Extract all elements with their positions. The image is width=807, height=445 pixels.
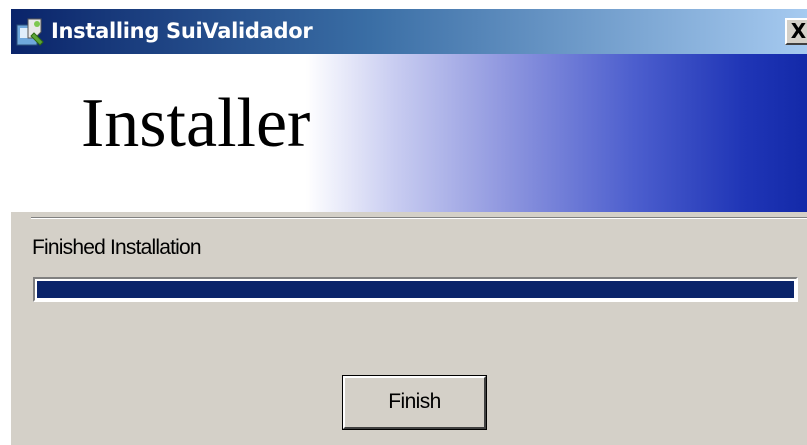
installer-app-icon bbox=[14, 16, 46, 48]
title-bar[interactable]: Installing SuiValidador X bbox=[11, 9, 807, 54]
banner-title: Installer bbox=[81, 85, 311, 162]
screen: Installing SuiValidador X Installer Fini… bbox=[0, 0, 807, 445]
close-button[interactable]: X bbox=[785, 18, 807, 45]
separator bbox=[31, 217, 807, 219]
installer-window: Installing SuiValidador X Installer Fini… bbox=[10, 9, 807, 445]
installer-banner: Installer bbox=[11, 54, 807, 212]
progress-bar bbox=[33, 277, 798, 302]
finish-button[interactable]: Finish bbox=[343, 376, 486, 429]
status-label: Finished Installation bbox=[32, 236, 202, 259]
progress-fill bbox=[37, 281, 794, 298]
window-title: Installing SuiValidador bbox=[51, 19, 313, 43]
